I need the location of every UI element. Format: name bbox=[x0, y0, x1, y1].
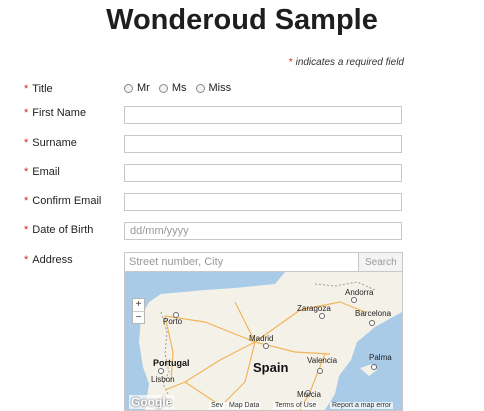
city-madrid: Madrid bbox=[249, 334, 274, 343]
terms-of-use-link[interactable]: Terms of Use bbox=[273, 402, 319, 409]
surname-label: * Surname bbox=[24, 137, 77, 149]
radio-mr-label: Mr bbox=[137, 82, 150, 94]
radio-mr[interactable] bbox=[124, 83, 133, 93]
zoom-in-button[interactable]: + bbox=[133, 299, 144, 311]
required-star: * bbox=[24, 83, 29, 95]
title-option-ms[interactable]: Ms bbox=[158, 82, 187, 94]
first-name-label: * First Name bbox=[24, 107, 86, 119]
required-star: * bbox=[24, 195, 29, 207]
email-label-text: Email bbox=[32, 166, 60, 178]
confirm-email-label-text: Confirm Email bbox=[32, 195, 102, 207]
surname-label-text: Surname bbox=[32, 137, 77, 149]
radio-miss-label: Miss bbox=[208, 82, 232, 94]
valencia-marker bbox=[317, 368, 323, 374]
required-star: * bbox=[24, 107, 29, 119]
required-star: * bbox=[24, 254, 29, 266]
country-spain: Spain bbox=[253, 360, 289, 375]
city-porto: Porto bbox=[163, 317, 183, 326]
address-label: * Address bbox=[24, 254, 73, 266]
zaragoza-marker bbox=[319, 313, 325, 319]
required-note: * indicates a required field bbox=[289, 57, 404, 68]
map-footer: Google Sev Map Data Terms of Use Report … bbox=[125, 395, 402, 410]
country-portugal: Portugal bbox=[153, 358, 190, 368]
city-murcia: Murcia bbox=[297, 390, 322, 399]
barcelona-marker bbox=[369, 320, 375, 326]
google-logo: Google bbox=[129, 395, 175, 409]
city-andorra: Andorra bbox=[345, 288, 374, 297]
email-input[interactable] bbox=[124, 164, 402, 182]
title-option-miss[interactable]: Miss bbox=[195, 82, 232, 94]
city-sevilla-partial: Sev bbox=[209, 402, 226, 409]
address-label-text: Address bbox=[32, 254, 73, 266]
address-search-button[interactable]: Search bbox=[359, 253, 402, 272]
dob-label: * Date of Birth bbox=[24, 224, 93, 236]
radio-ms[interactable] bbox=[158, 83, 168, 93]
dob-label-text: Date of Birth bbox=[32, 224, 94, 236]
first-name-input[interactable] bbox=[124, 106, 402, 124]
confirm-email-input[interactable] bbox=[124, 193, 402, 211]
title-label-text: Title bbox=[32, 83, 53, 95]
address-search-input[interactable] bbox=[125, 253, 359, 272]
radio-miss[interactable] bbox=[195, 83, 205, 93]
required-star: * bbox=[24, 137, 29, 149]
surname-input[interactable] bbox=[124, 135, 402, 153]
report-map-error-link[interactable]: Report a map error bbox=[330, 402, 394, 409]
required-note-text: indicates a required field bbox=[292, 57, 404, 68]
city-palma: Palma bbox=[369, 353, 392, 362]
madrid-marker bbox=[263, 343, 269, 349]
confirm-email-label: * Confirm Email bbox=[24, 195, 101, 207]
page-title: Wonderoud Sample bbox=[106, 4, 378, 36]
zoom-control: + − bbox=[132, 298, 145, 324]
city-valencia: Valencia bbox=[307, 356, 338, 365]
title-radio-group: Mr Ms Miss bbox=[124, 82, 240, 94]
city-barcelona: Barcelona bbox=[355, 309, 392, 318]
lisbon-marker bbox=[158, 368, 164, 374]
first-name-label-text: First Name bbox=[32, 107, 87, 119]
radio-ms-label: Ms bbox=[171, 82, 187, 94]
email-label: * Email bbox=[24, 166, 60, 178]
dob-input[interactable] bbox=[124, 222, 402, 240]
title-label: * Title bbox=[24, 83, 53, 95]
map-data-link[interactable]: Map Data bbox=[227, 402, 262, 409]
map-view[interactable]: + − Andorra Zaragoza Barcelona Porto Mad… bbox=[125, 272, 402, 410]
andorra-marker bbox=[351, 297, 357, 303]
required-star: * bbox=[24, 166, 29, 178]
city-lisbon: Lisbon bbox=[151, 375, 175, 384]
required-star: * bbox=[24, 224, 29, 236]
palma-marker bbox=[371, 364, 377, 370]
city-zaragoza: Zaragoza bbox=[297, 304, 331, 313]
zoom-out-button[interactable]: − bbox=[133, 312, 144, 324]
address-map-widget: Search + − bbox=[124, 252, 403, 411]
title-option-mr[interactable]: Mr bbox=[124, 82, 150, 94]
